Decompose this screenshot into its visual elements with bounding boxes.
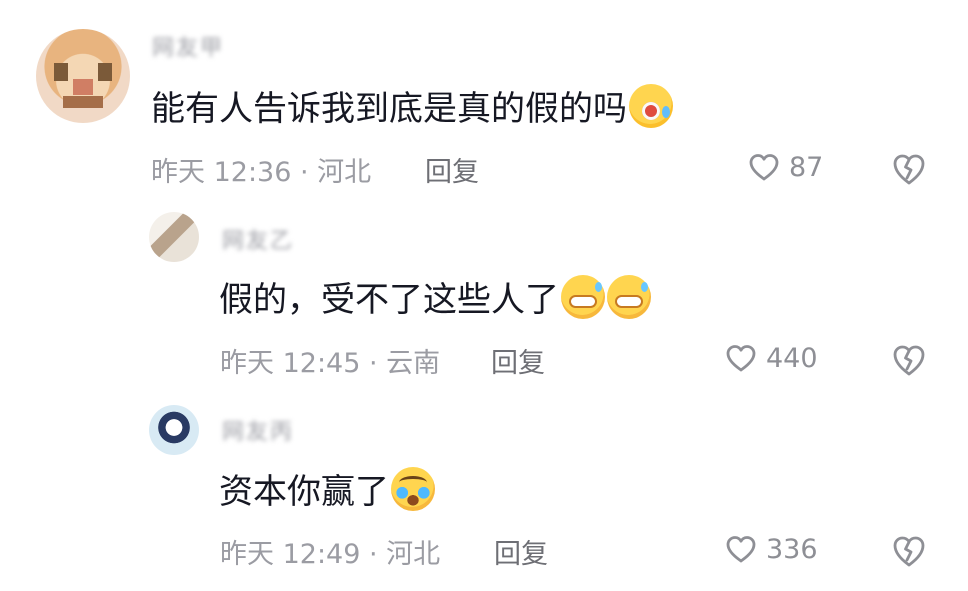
avatar[interactable] [149, 212, 199, 262]
like-button[interactable]: 87 [745, 148, 823, 186]
reply-button[interactable]: 回复 [494, 532, 548, 571]
comment-text: 资本你赢了 [219, 467, 435, 514]
grinning-sweat-emoji [607, 275, 651, 319]
comment-text-body: 资本你赢了 [219, 472, 389, 512]
comment-meta: 昨天 12:45 · 云南 [220, 348, 441, 379]
broken-heart-icon[interactable] [890, 150, 928, 188]
username[interactable]: 网友甲 [152, 30, 224, 62]
reply-button[interactable]: 回复 [491, 341, 545, 380]
broken-heart-icon[interactable] [890, 532, 928, 570]
comment-text: 能有人告诉我到底是真的假的吗 [151, 84, 673, 131]
like-button[interactable]: 336 [722, 530, 818, 568]
comment-meta: 昨天 12:36 · 河北 [151, 157, 372, 188]
like-count: 440 [766, 342, 818, 374]
comment-text-body: 假的，受不了这些人了 [219, 280, 559, 320]
like-button[interactable]: 440 [722, 339, 818, 377]
heart-icon [722, 339, 760, 377]
like-count: 87 [789, 151, 824, 183]
username[interactable]: 网友乙 [222, 223, 294, 255]
broken-heart-icon[interactable] [890, 341, 928, 379]
comment-text-body: 能有人告诉我到底是真的假的吗 [151, 89, 627, 129]
comment-meta: 昨天 12:49 · 河北 [220, 539, 441, 570]
like-count: 336 [766, 533, 818, 565]
shocked-face-emoji [629, 84, 673, 128]
username[interactable]: 网友丙 [222, 414, 294, 446]
heart-icon [745, 148, 783, 186]
avatar[interactable] [149, 405, 199, 455]
avatar[interactable] [36, 29, 130, 123]
crying-face-emoji [391, 467, 435, 511]
heart-icon [722, 530, 760, 568]
comment-text: 假的，受不了这些人了 [219, 275, 651, 322]
grinning-sweat-emoji [561, 275, 605, 319]
reply-button[interactable]: 回复 [425, 150, 479, 189]
